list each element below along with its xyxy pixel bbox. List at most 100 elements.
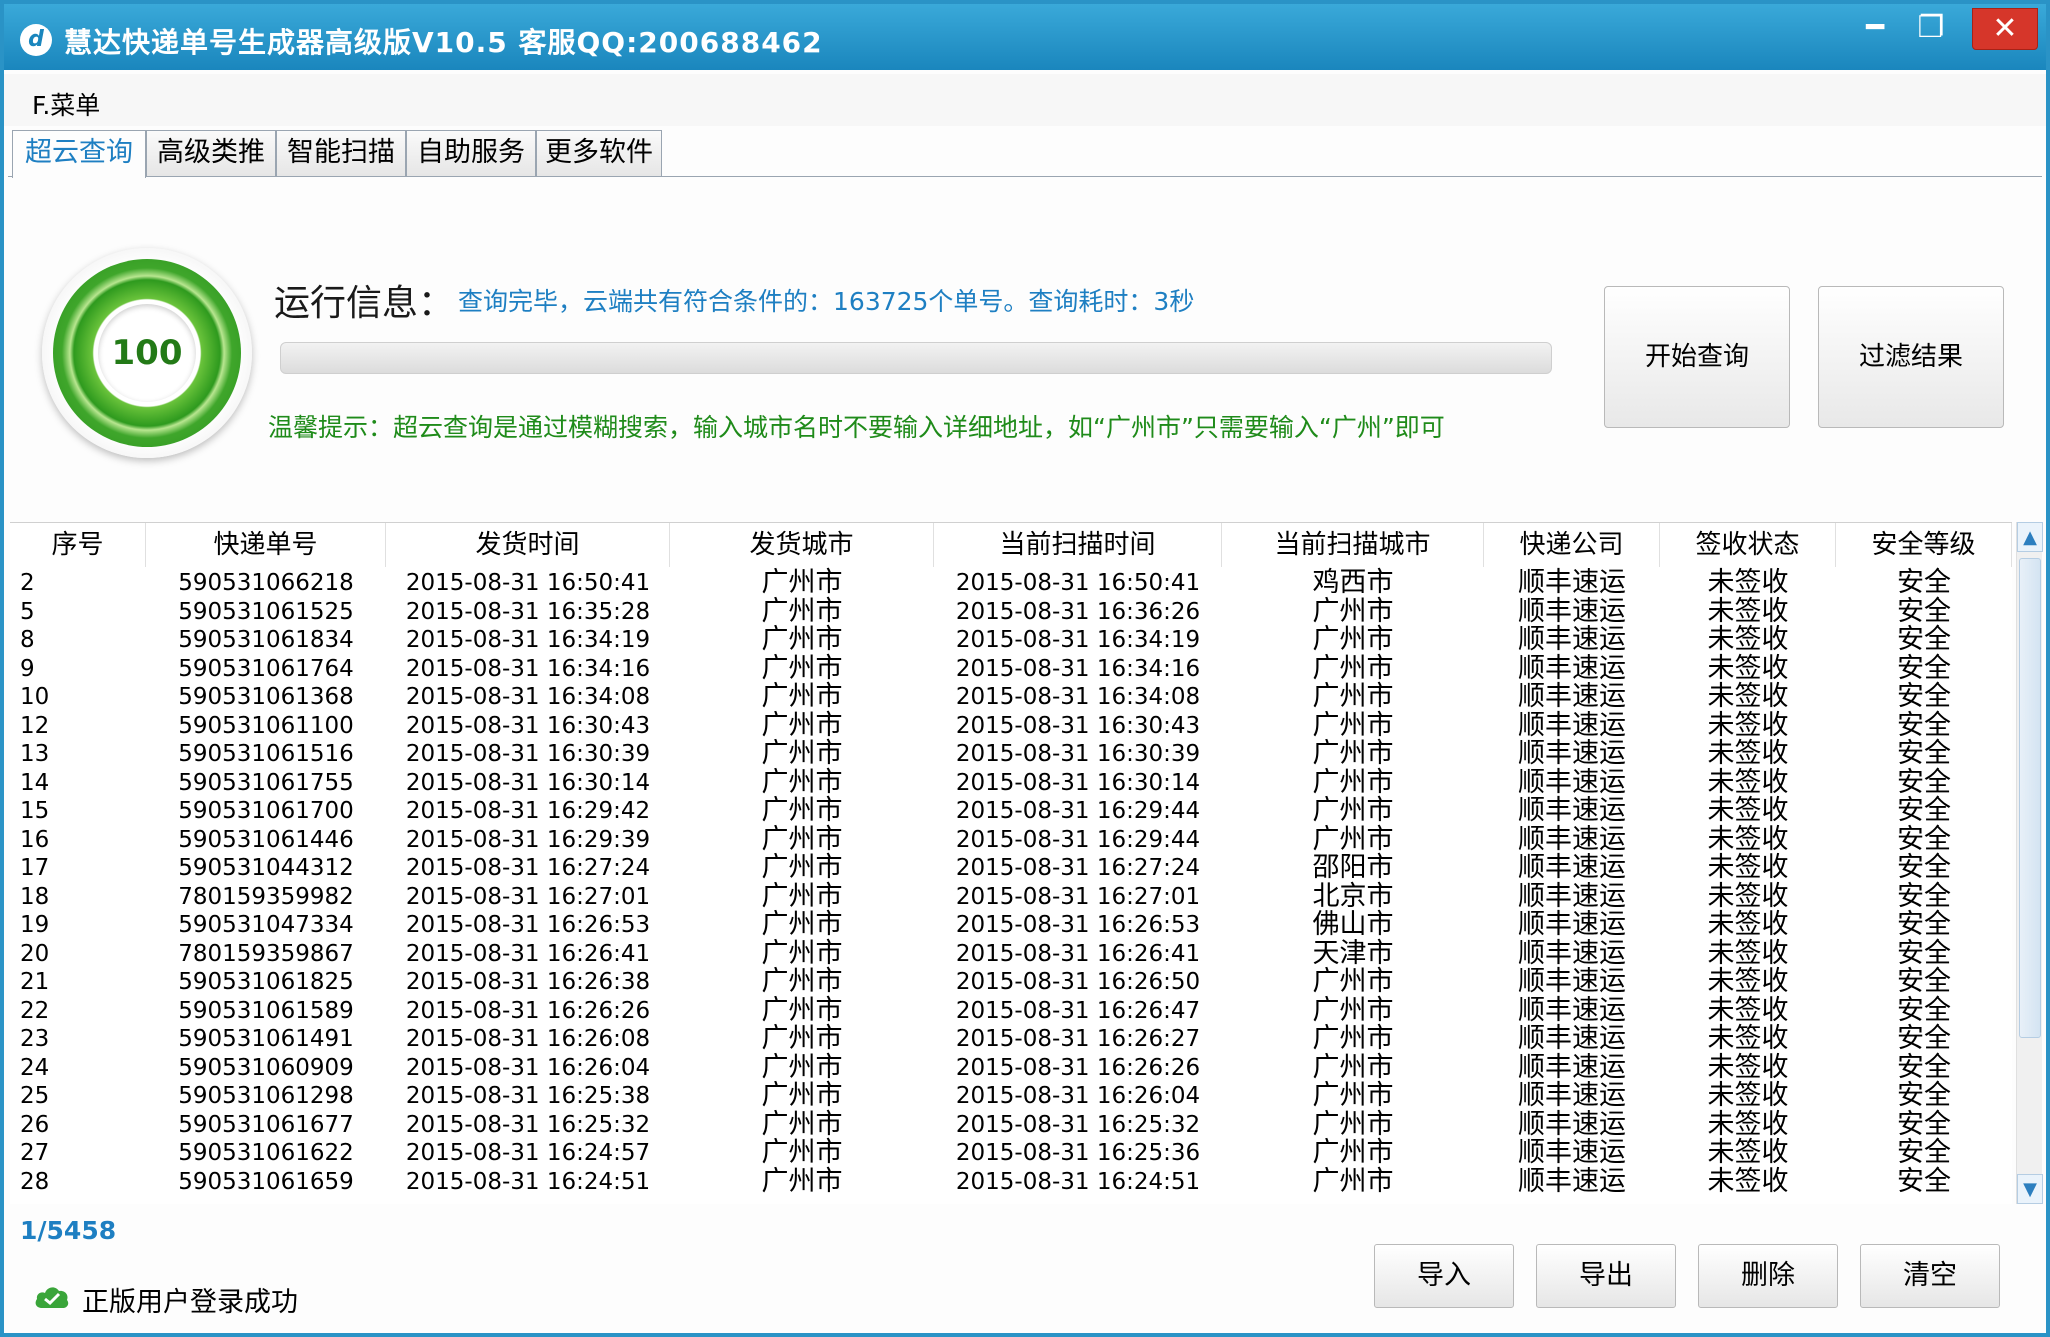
table-row[interactable]: 25 590531061298 2015-08-31 16:25:38 广州市 2015… [10, 1082, 2012, 1111]
column-header[interactable]: 安全等级 [1836, 523, 2012, 567]
table-cell: 590531044312 [178, 855, 354, 881]
table-cell: 广州市 [761, 1080, 843, 1111]
table-cell: 2 [20, 570, 35, 596]
tab-smart-scan[interactable]: 智能扫描 [276, 130, 406, 176]
table-cell: 安全 [1897, 766, 1951, 798]
table-row[interactable]: 21 590531061825 2015-08-31 16:26:38 广州市 2015… [10, 968, 2012, 997]
column-header[interactable]: 快递公司 [1484, 523, 1660, 567]
table-cell: 广州市 [1312, 966, 1394, 997]
export-button[interactable]: 导出 [1536, 1244, 1676, 1308]
table-cell: 顺丰速运 [1518, 1108, 1626, 1140]
table-cell: 安全 [1897, 994, 1951, 1026]
table-row[interactable]: 23 590531061491 2015-08-31 16:26:08 广州市 2015… [10, 1025, 2012, 1054]
table-row[interactable]: 24 590531060909 2015-08-31 16:26:04 广州市 2015… [10, 1051, 2012, 1083]
table-cell: 2015-08-31 16:24:57 [405, 1140, 651, 1166]
table-cell: 590531061298 [178, 1083, 354, 1109]
maximize-button[interactable]: ❐ [1900, 8, 1962, 50]
table-cell: 顺丰速运 [1518, 966, 1626, 997]
table-row[interactable]: 2 590531066218 2015-08-31 16:50:41 广州市 2015-… [10, 569, 2012, 598]
table-cell: 16 [20, 826, 50, 853]
table-cell: 24 [20, 1054, 50, 1081]
table-row[interactable]: 17 590531044312 2015-08-31 16:27:24 广州市 2015… [10, 854, 2012, 883]
tab-advanced-infer[interactable]: 高级类推 [146, 130, 276, 176]
table-cell: 2015-08-31 16:26:50 [955, 969, 1201, 995]
minimize-button[interactable]: ━ [1844, 8, 1906, 50]
window-title: 慧达快递单号生成器高级版V10.5 客服QQ:200688462 [64, 26, 823, 59]
table-cell: 广州市 [761, 1108, 843, 1140]
table-cell: 广州市 [1312, 1137, 1394, 1168]
table-row[interactable]: 27 590531061622 2015-08-31 16:24:57 广州市 2015… [10, 1139, 2012, 1168]
table-cell: 未签收 [1707, 909, 1789, 940]
table-cell: 天津市 [1312, 937, 1394, 969]
table-cell: 22 [20, 997, 50, 1024]
table-cell: 顺丰速运 [1518, 823, 1626, 855]
table-cell: 13 [20, 741, 50, 767]
table-cell: 广州市 [761, 852, 843, 883]
table-cell: 21 [20, 969, 50, 995]
table-scrollbar[interactable]: ▲ ▼ [2016, 522, 2043, 1204]
table-row[interactable]: 10 590531061368 2015-08-31 16:34:08 广州市 2015… [10, 683, 2012, 712]
table-cell: 广州市 [761, 1165, 843, 1197]
column-header[interactable]: 当前扫描城市 [1222, 523, 1484, 567]
table-row[interactable]: 8 590531061834 2015-08-31 16:34:19 广州市 2015-… [10, 626, 2012, 655]
tab-more-software[interactable]: 更多软件 [536, 130, 662, 176]
table-row[interactable]: 16 590531061446 2015-08-31 16:29:39 广州市 2015… [10, 823, 2012, 855]
title-bar[interactable]: d 慧达快递单号生成器高级版V10.5 客服QQ:200688462 ━ ❐ ✕ [4, 4, 2046, 70]
table-cell: 安全 [1897, 624, 1951, 655]
table-row[interactable]: 19 590531047334 2015-08-31 16:26:53 广州市 2015… [10, 911, 2012, 940]
table-cell: 780159359982 [178, 883, 354, 910]
table-row[interactable]: 9 590531061764 2015-08-31 16:34:16 广州市 2015-… [10, 652, 2012, 684]
table-cell: 未签收 [1707, 1051, 1789, 1083]
scrollbar-thumb[interactable] [2019, 558, 2041, 1038]
table-cell: 590531061834 [178, 627, 354, 653]
table-cell: 2015-08-31 16:26:41 [955, 940, 1201, 967]
table-cell: 2015-08-31 16:36:26 [955, 598, 1201, 625]
table-cell: 2015-08-31 16:34:08 [955, 684, 1201, 710]
column-header[interactable]: 序号 [10, 523, 146, 567]
table-row[interactable]: 14 590531061755 2015-08-31 16:30:14 广州市 2015… [10, 766, 2012, 798]
table-cell: 广州市 [761, 937, 843, 969]
run-info-message: 查询完毕，云端共有符合条件的：163725个单号。查询耗时：3秒 [458, 287, 1195, 316]
table-cell: 顺丰速运 [1518, 852, 1626, 883]
column-header[interactable]: 发货时间 [386, 523, 670, 567]
table-cell: 广州市 [1312, 1051, 1394, 1083]
tab-self-service[interactable]: 自助服务 [406, 130, 536, 176]
table-row[interactable]: 22 590531061589 2015-08-31 16:26:26 广州市 2015… [10, 994, 2012, 1026]
table-cell: 590531061677 [178, 1111, 354, 1138]
import-button[interactable]: 导入 [1374, 1244, 1514, 1308]
table-row[interactable]: 26 590531061677 2015-08-31 16:25:32 广州市 2015… [10, 1108, 2012, 1140]
results-table[interactable]: 序号 快递单号 发货时间 发货城市 当前扫描时间 当前扫描城市 快递公司 签收状态 安全等级 2 5… [10, 522, 2012, 1204]
table-cell: 590531060909 [178, 1054, 354, 1081]
table-cell: 2015-08-31 16:50:41 [405, 570, 651, 596]
table-row[interactable]: 12 590531061100 2015-08-31 16:30:43 广州市 2015… [10, 711, 2012, 741]
delete-button[interactable]: 删除 [1698, 1244, 1838, 1308]
table-cell: 未签收 [1707, 1137, 1789, 1168]
table-cell: 2015-08-31 16:26:53 [405, 912, 651, 938]
scroll-down-icon[interactable]: ▼ [2017, 1174, 2043, 1204]
close-button[interactable]: ✕ [1972, 8, 2038, 50]
table-cell: 安全 [1897, 1023, 1951, 1054]
table-cell: 2015-08-31 16:30:43 [955, 712, 1201, 739]
table-row[interactable]: 18 780159359982 2015-08-31 16:27:01 广州市 2015… [10, 882, 2012, 912]
table-row[interactable]: 20 780159359867 2015-08-31 16:26:41 广州市 2015… [10, 937, 2012, 969]
column-header[interactable]: 快递单号 [146, 523, 386, 567]
clear-button[interactable]: 清空 [1860, 1244, 2000, 1308]
column-header[interactable]: 发货城市 [670, 523, 934, 567]
filter-results-button[interactable]: 过滤结果 [1818, 286, 2004, 428]
table-row[interactable]: 13 590531061516 2015-08-31 16:30:39 广州市 2015… [10, 740, 2012, 769]
table-row[interactable]: 28 590531061659 2015-08-31 16:24:51 广州市 2015… [10, 1165, 2012, 1197]
table-cell: 顺丰速运 [1518, 624, 1626, 655]
table-cell: 广州市 [1312, 595, 1394, 627]
start-query-button[interactable]: 开始查询 [1604, 286, 1790, 428]
table-cell: 2015-08-31 16:26:08 [405, 1026, 651, 1052]
table-cell: 2015-08-31 16:26:04 [405, 1054, 651, 1081]
table-cell: 未签收 [1707, 652, 1789, 684]
menu-file[interactable]: F.菜单 [32, 86, 100, 122]
tab-cloud-query[interactable]: 超云查询 [12, 130, 146, 178]
table-row[interactable]: 15 590531061700 2015-08-31 16:29:42 广州市 2015… [10, 797, 2012, 826]
column-header[interactable]: 当前扫描时间 [934, 523, 1222, 567]
scroll-up-icon[interactable]: ▲ [2017, 522, 2043, 552]
column-header[interactable]: 签收状态 [1660, 523, 1836, 567]
table-cell: 590531061622 [178, 1140, 354, 1166]
table-row[interactable]: 5 590531061525 2015-08-31 16:35:28 广州市 2015-… [10, 595, 2012, 627]
